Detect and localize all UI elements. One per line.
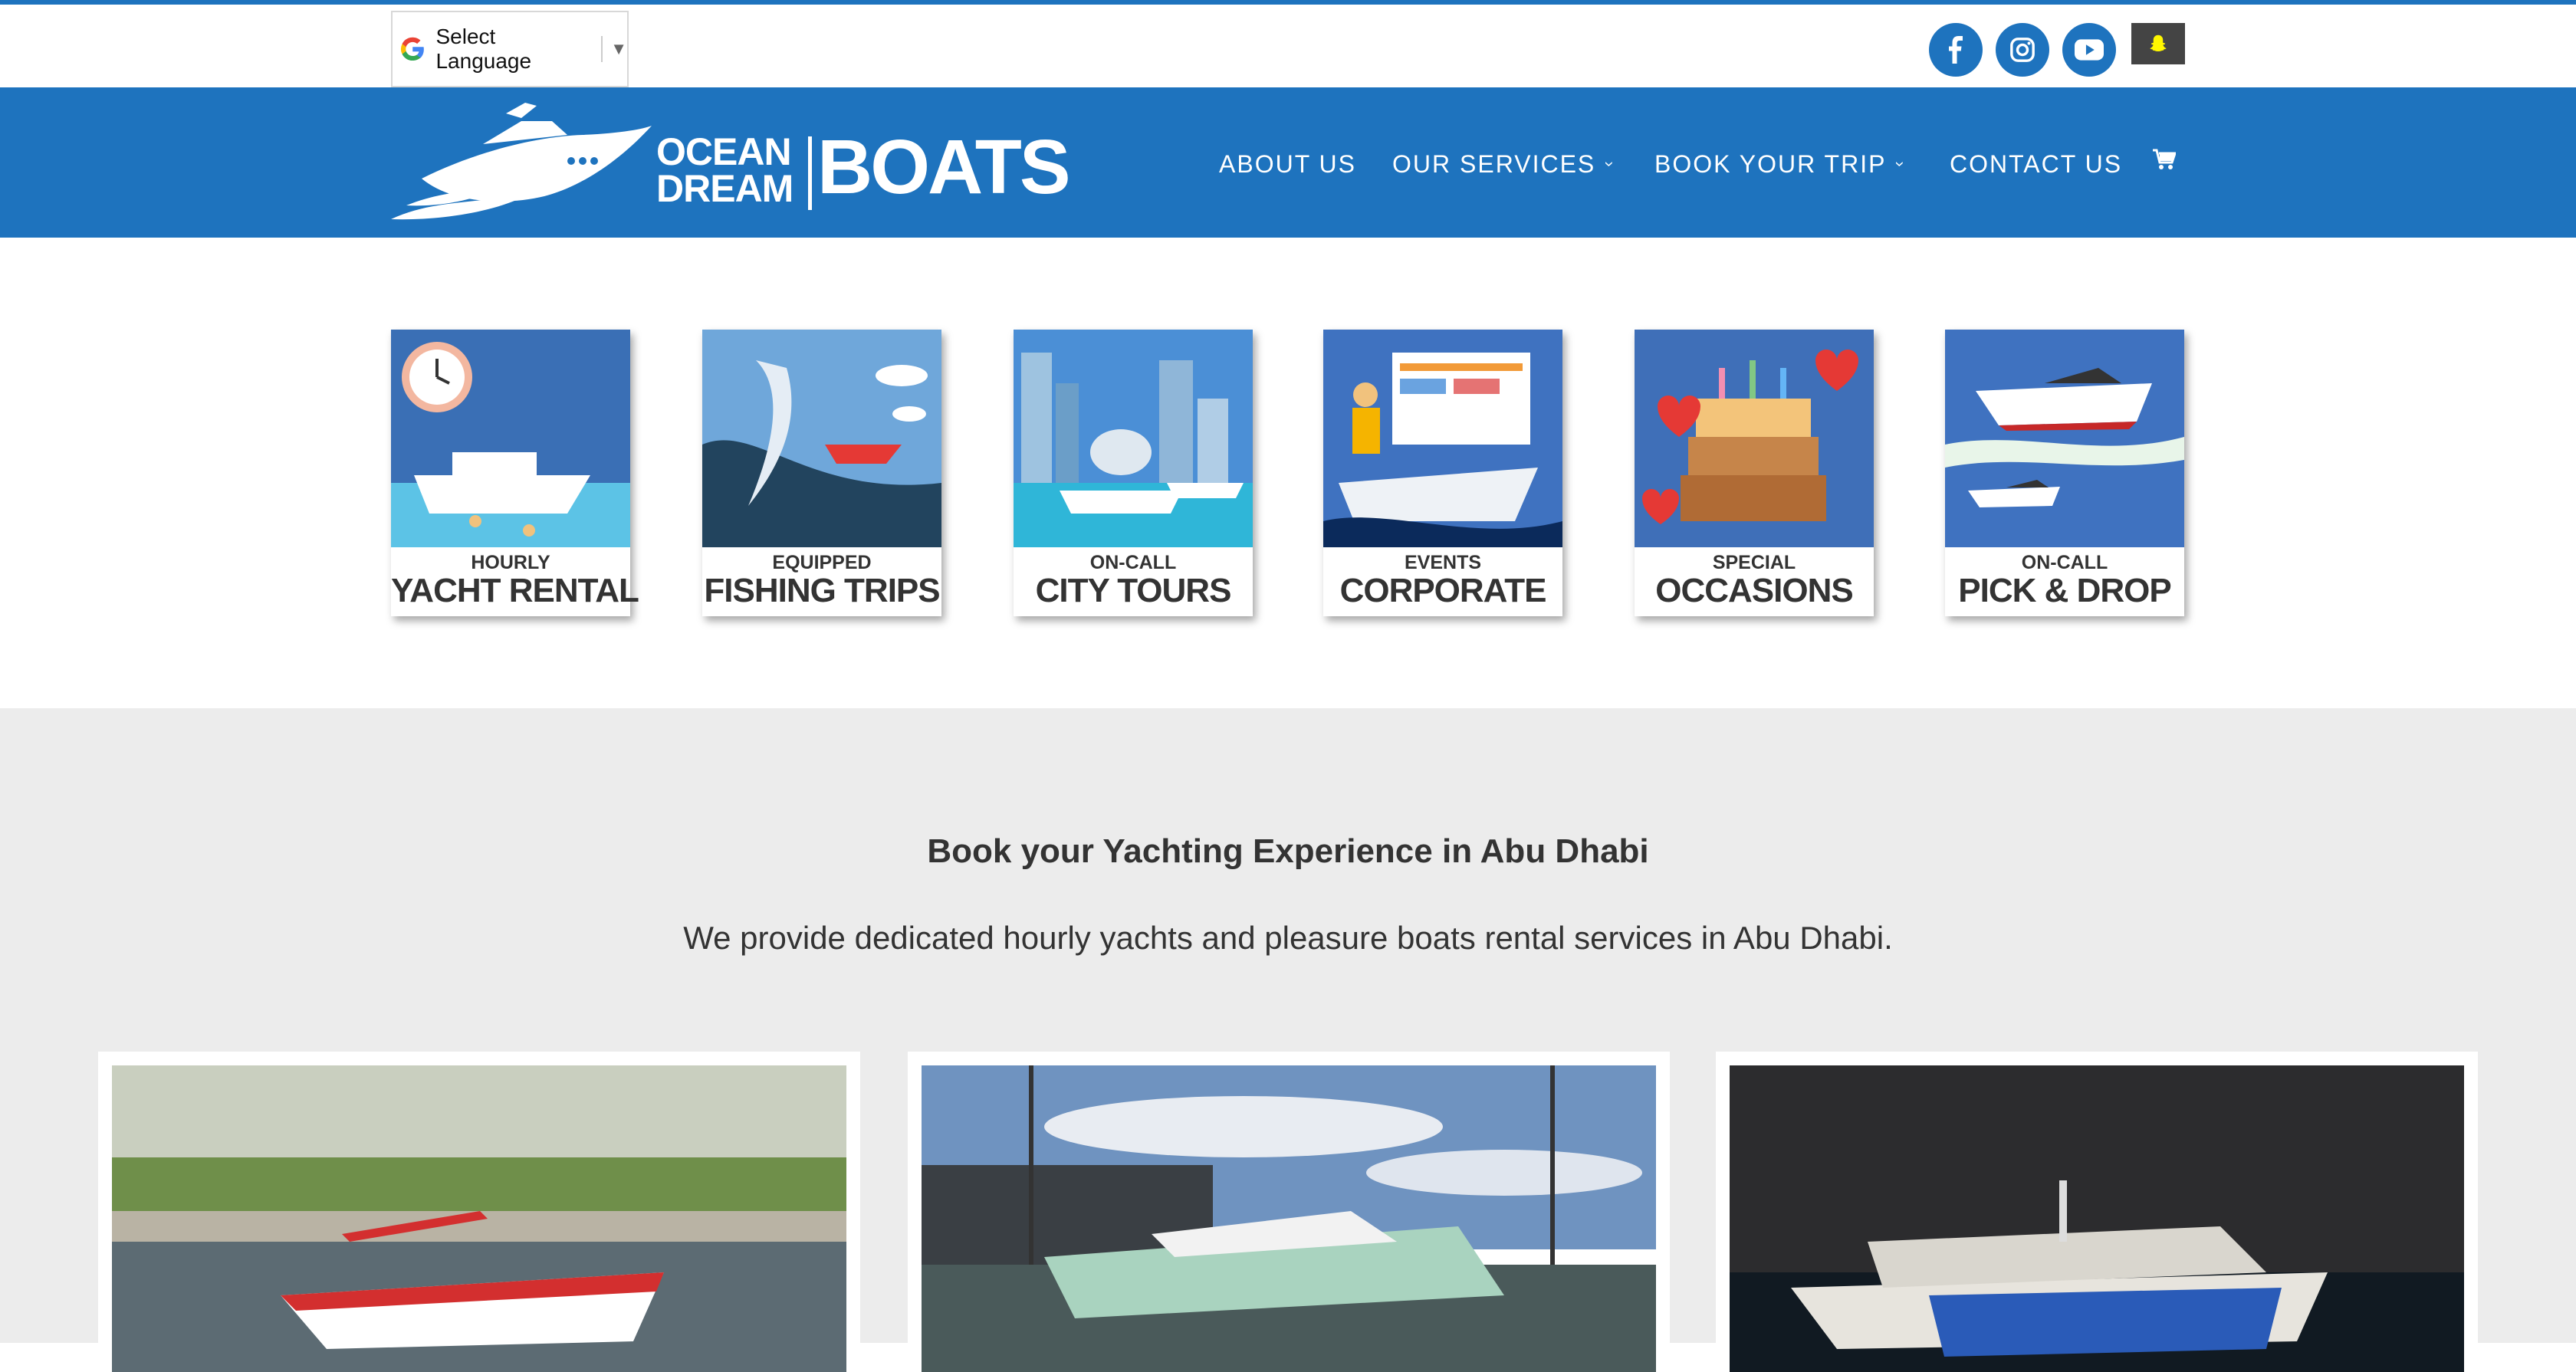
logo-divider [808,136,812,210]
nav-about-us[interactable]: ABOUT US [1219,150,1356,179]
nav-label: BOOK YOUR TRIP [1654,150,1887,178]
service-image [1014,330,1253,547]
facebook-icon[interactable] [1929,23,1983,77]
nav-label: CONTACT US [1950,150,2123,178]
services-section: HOURLY YACHT RENTAL EQUIPPED FISHING TRI… [0,238,2576,708]
service-title: YACHT RENTAL [391,572,639,609]
service-card-corporate[interactable]: EVENTS CORPORATE [1323,330,1562,616]
service-title: OCCASIONS [1655,572,1853,609]
service-title: CORPORATE [1339,572,1547,609]
service-title: PICK & DROP [1958,572,2171,609]
logo-wordmark: OCEAN DREAM [656,130,794,210]
booking-section: Book your Yachting Experience in Abu Dha… [0,708,2576,1372]
logo-line-ocean: OCEAN [656,130,792,173]
youtube-icon[interactable] [2062,23,2116,77]
chevron-down-icon: › [1891,160,1911,169]
language-label: Select Language [435,25,532,73]
nav-book-your-trip[interactable]: BOOK YOUR TRIP › [1654,150,1911,179]
service-subtitle: EQUIPPED [772,552,872,573]
service-image [702,330,941,547]
snapchat-icon[interactable] [2131,23,2185,64]
marina-yacht-photo [922,1065,1656,1372]
boat-photo-card[interactable] [1716,1052,2478,1372]
site-header: OCEAN DREAM BOATS ABOUT US OUR SERVICES … [0,87,2576,238]
service-image [1945,330,2184,547]
language-selector[interactable]: Select Language ▼ [391,11,629,87]
service-card-city-tours[interactable]: ON-CALL CITY TOURS [1014,330,1253,616]
service-card-yacht-rental[interactable]: HOURLY YACHT RENTAL [391,330,639,616]
service-image [1635,330,1874,547]
service-card-pick-drop[interactable]: ON-CALL PICK & DROP [1945,330,2184,616]
nav-our-services[interactable]: OUR SERVICES › [1392,150,1620,179]
night-yacht-photo [1730,1065,2464,1372]
service-image [1323,330,1562,547]
boat-photo-card[interactable] [98,1052,860,1372]
boat-logo-icon [391,103,652,220]
google-icon [400,37,424,61]
service-subtitle: ON-CALL [1089,552,1177,573]
chevron-down-icon: › [1600,160,1620,169]
service-subtitle: ON-CALL [2021,552,2108,573]
instagram-icon[interactable] [1996,23,2049,77]
speedboat-photo [112,1065,846,1372]
shopping-cart-icon[interactable] [2153,149,2177,174]
service-card-fishing-trips[interactable]: EQUIPPED FISHING TRIPS [702,330,941,616]
service-subtitle: SPECIAL [1712,552,1796,573]
nav-label: ABOUT US [1219,150,1356,178]
service-title: CITY TOURS [1035,572,1232,609]
service-title: FISHING TRIPS [704,572,940,609]
dropdown-arrow-icon: ▼ [610,39,627,58]
logo-word-boats: BOATS [817,124,1071,210]
boat-photo-card[interactable] [908,1052,1670,1372]
section-title: Book your Yachting Experience in Abu Dha… [927,832,1649,870]
service-image [391,330,630,547]
service-card-occasions[interactable]: SPECIAL OCCASIONS [1635,330,1874,616]
language-separator [601,36,603,62]
site-logo[interactable]: OCEAN DREAM BOATS [391,98,1071,228]
top-bar: Select Language ▼ [0,5,2576,87]
service-subtitle: HOURLY [471,552,550,573]
nav-label: OUR SERVICES [1392,150,1596,178]
logo-line-dream: DREAM [656,167,794,210]
section-subtitle: We provide dedicated hourly yachts and p… [683,920,1893,956]
nav-contact-us[interactable]: CONTACT US [1950,150,2122,179]
service-subtitle: EVENTS [1404,552,1482,573]
